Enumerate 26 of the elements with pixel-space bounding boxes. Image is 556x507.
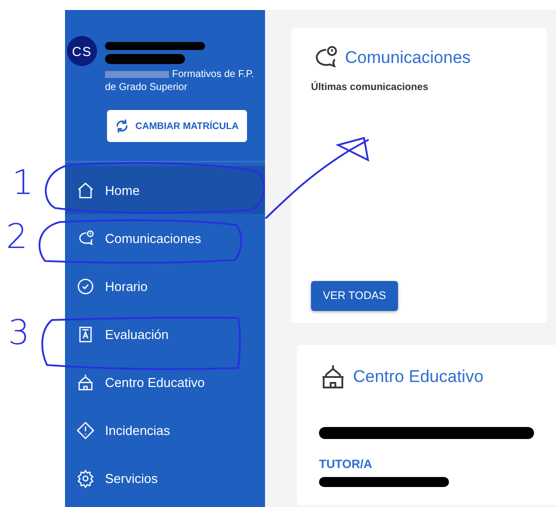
view-all-button[interactable]: VER TODAS xyxy=(311,281,398,311)
avatar: CS xyxy=(67,36,97,66)
clock-icon xyxy=(76,276,95,296)
card-title: Comunicaciones xyxy=(345,48,471,68)
card-title: Centro Educativo xyxy=(353,367,484,387)
program-name: de Grado Superior xyxy=(105,81,188,94)
menu-item[interactable]: Home xyxy=(65,166,265,214)
annotation-number: 3 xyxy=(8,316,30,350)
section-label: TUTOR/A xyxy=(319,457,374,471)
warning-icon xyxy=(76,420,95,440)
redaction-mark xyxy=(105,71,169,78)
refresh-icon xyxy=(115,119,130,133)
program-name: Formativos de F.P. xyxy=(172,68,254,81)
menu-item[interactable]: Incidencias xyxy=(65,406,265,454)
annotation-number: 1 xyxy=(12,166,34,200)
menu-item[interactable]: Horario xyxy=(65,262,265,310)
school-icon xyxy=(76,372,95,392)
menu-item[interactable]: Evaluación xyxy=(65,310,265,358)
card-subtitle: Últimas comunicaciones xyxy=(311,82,430,93)
annotation-number: 2 xyxy=(6,220,28,254)
menu-item[interactable]: Centro Educativo xyxy=(65,358,265,406)
settings-icon xyxy=(76,468,95,488)
menu-item[interactable]: Comunicaciones xyxy=(65,214,265,262)
change-enrollment-button[interactable]: CAMBIAR MATRÍCULA xyxy=(107,110,247,142)
menu-item[interactable]: Servicios xyxy=(65,454,265,502)
home-icon xyxy=(76,180,95,200)
